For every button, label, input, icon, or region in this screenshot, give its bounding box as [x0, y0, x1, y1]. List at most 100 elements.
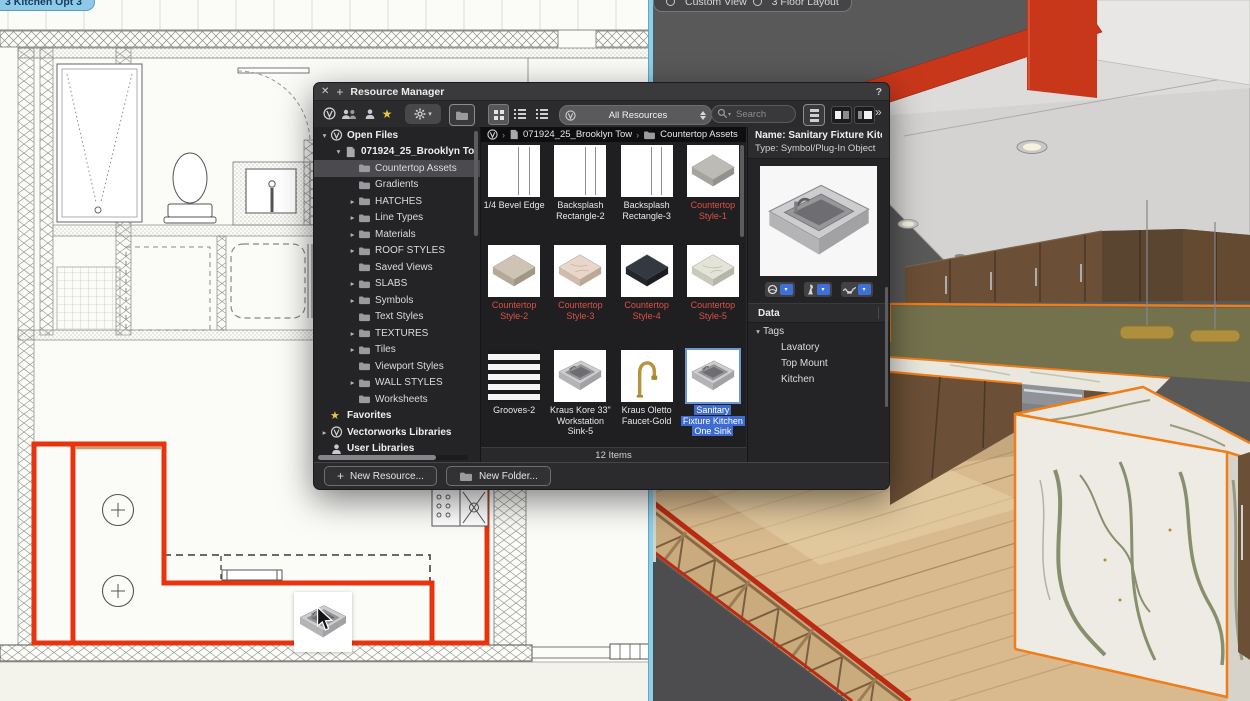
chevron-right-icon[interactable]: ▸: [347, 345, 358, 354]
resource-item-bevel-edge[interactable]: 1/4 Bevel Edge: [481, 142, 547, 242]
resource-thumbnail: [554, 350, 606, 402]
detail-view-icon: [536, 109, 548, 119]
toolbar-overflow-button[interactable]: »: [875, 105, 882, 119]
tree-item-tiles[interactable]: ▸ Tiles: [314, 342, 480, 359]
resource-item-kraus-oletto-faucet[interactable]: Kraus Oletto Faucet-Gold: [614, 347, 680, 449]
render-island[interactable]: [1015, 387, 1250, 701]
tree-item-line-types[interactable]: ▸ Line Types: [314, 210, 480, 227]
tree-item-slabs[interactable]: ▸ SLABS: [314, 276, 480, 293]
tree-item-countertop-assets[interactable]: Countertop Assets: [314, 160, 480, 177]
grid-vertical-scrollbar[interactable]: [740, 145, 744, 237]
chevron-down-icon[interactable]: ▾: [753, 327, 763, 336]
chevron-right-icon[interactable]: ▸: [347, 279, 358, 288]
preview-render-mode-button[interactable]: ▾: [765, 282, 795, 297]
favorites-star-icon[interactable]: ★: [378, 104, 396, 123]
tree-item-open-files[interactable]: ▾ Open Files: [314, 127, 480, 144]
preview-bar-button[interactable]: [803, 104, 825, 126]
tree-item-symbols[interactable]: ▸ Symbols: [314, 292, 480, 309]
list-view-button[interactable]: [510, 104, 529, 123]
folder-icon: [459, 471, 473, 482]
chevron-down-icon[interactable]: ▾: [319, 131, 330, 140]
data-section-header[interactable]: Data: [748, 303, 889, 323]
tree-item-gradients[interactable]: Gradients: [314, 177, 480, 194]
object-icon: [806, 284, 815, 295]
tag-lavatory[interactable]: Lavatory: [748, 339, 889, 355]
thumbnail-view-button[interactable]: [488, 104, 509, 125]
pane-layout-icon: [858, 111, 862, 119]
preview-vertical-scrollbar[interactable]: [885, 287, 888, 407]
resource-item-backsplash-2[interactable]: Backsplash Rectangle-2: [547, 142, 613, 242]
chevron-right-icon[interactable]: ▸: [347, 296, 358, 305]
user-library-icon[interactable]: [361, 104, 379, 123]
dialog-titlebar[interactable]: ✕ + Resource Manager ?: [314, 83, 889, 101]
tag-kitchen[interactable]: Kitchen: [748, 371, 889, 387]
resource-thumbnail: [621, 350, 673, 402]
shared-libraries-icon[interactable]: [340, 104, 358, 123]
tree-item-favorites[interactable]: ★ Favorites: [314, 408, 480, 425]
resource-item-countertop-style-2[interactable]: Countertop Style-2: [481, 242, 547, 347]
close-icon[interactable]: ✕: [321, 87, 329, 97]
resource-thumbnail: [687, 245, 739, 297]
breadcrumb-folder[interactable]: Countertop Assets: [660, 129, 738, 140]
resource-item-countertop-style-4[interactable]: Countertop Style-4: [614, 242, 680, 347]
new-folder-button[interactable]: New Folder...: [446, 466, 551, 486]
resource-item-kraus-kore-sink[interactable]: Kraus Kore 33" Workstation Sink-5: [547, 347, 613, 449]
tab-kitchen-viewport[interactable]: 3 Kitchen Opt 3: [0, 0, 95, 11]
chevron-down-icon[interactable]: ▾: [333, 147, 344, 156]
chevron-right-icon[interactable]: ▸: [347, 197, 358, 206]
resource-item-grooves-2[interactable]: Grooves-2: [481, 347, 547, 449]
resource-item-countertop-style-3[interactable]: Countertop Style-3: [547, 242, 613, 347]
help-button[interactable]: ?: [876, 86, 882, 98]
chevron-down-icon[interactable]: ▾: [780, 284, 793, 295]
tree-vertical-scrollbar[interactable]: [474, 131, 478, 236]
vectorworks-logo-icon[interactable]: [320, 104, 338, 123]
resource-item-sanitary-fixture-sink-selected[interactable]: Sanitary Fixture Kitchen One Sink: [680, 347, 746, 449]
tags-group-row[interactable]: ▾ Tags: [748, 323, 889, 339]
layout-right-pane-button[interactable]: [854, 106, 875, 124]
tag-top-mount[interactable]: Top Mount: [748, 355, 889, 371]
chevron-right-icon[interactable]: ▸: [319, 428, 330, 437]
tree-item-roof-styles[interactable]: ▸ ROOF STYLES: [314, 243, 480, 260]
new-resource-button[interactable]: + New Resource...: [324, 466, 437, 486]
chevron-right-icon[interactable]: ▸: [347, 213, 358, 222]
application-window: 3 Kitchen Opt 3 Custom View 3 Floor Layo…: [0, 0, 1250, 701]
preview-object-button[interactable]: ▾: [804, 282, 832, 297]
resource-item-backsplash-3[interactable]: Backsplash Rectangle-3: [614, 142, 680, 242]
tree-item-file[interactable]: ▾ 071924_25_Brooklyn To: [314, 144, 480, 161]
star-icon: ★: [330, 409, 343, 422]
preview-teapot-button[interactable]: ▾: [841, 282, 873, 297]
tree-horizontal-scrollbar[interactable]: [318, 455, 468, 460]
tree-item-vectorworks-libraries[interactable]: ▸ Vectorworks Libraries: [314, 424, 480, 441]
new-folder-tool-button[interactable]: [449, 104, 475, 126]
tab-render-viewport[interactable]: Custom View 3 Floor Layout: [653, 0, 852, 12]
resource-item-countertop-style-5[interactable]: Countertop Style-5: [680, 242, 746, 347]
tree-item-text-styles[interactable]: Text Styles: [314, 309, 480, 326]
chevron-right-icon[interactable]: ▸: [347, 329, 358, 338]
tree-item-wall-styles[interactable]: ▸ WALL STYLES: [314, 375, 480, 392]
preview-name: Name: Sanitary Fixture Kitche...: [755, 130, 882, 141]
tree-item-viewport-styles[interactable]: Viewport Styles: [314, 358, 480, 375]
settings-menu-button[interactable]: ▾: [405, 104, 441, 124]
breadcrumb-separator: ›: [636, 130, 639, 140]
layer-dot-icon: [753, 0, 762, 6]
tree-item-hatches[interactable]: ▸ HATCHES: [314, 193, 480, 210]
chevron-down-icon[interactable]: ▾: [817, 284, 830, 295]
preview-image: [760, 166, 877, 276]
resource-filter-select[interactable]: All Resources: [559, 105, 712, 125]
tree-item-textures[interactable]: ▸ TEXTURES: [314, 325, 480, 342]
chevron-right-icon[interactable]: ▸: [347, 230, 358, 239]
tree-item-worksheets[interactable]: Worksheets: [314, 391, 480, 408]
chevron-right-icon[interactable]: ▸: [347, 246, 358, 255]
chevron-down-icon[interactable]: ▾: [858, 284, 871, 295]
chevron-right-icon[interactable]: ▸: [347, 378, 358, 387]
breadcrumb[interactable]: › 071924_25_Brooklyn Tow › Countertop As…: [481, 127, 746, 142]
vectorworks-logo-icon: [487, 129, 498, 140]
tree-item-saved-views[interactable]: Saved Views: [314, 259, 480, 276]
tree-item-materials[interactable]: ▸ Materials: [314, 226, 480, 243]
resource-tree-panel: ▾ Open Files ▾ 071924_25_Brooklyn To Cou…: [314, 127, 481, 463]
add-tab-icon[interactable]: +: [336, 86, 343, 98]
breadcrumb-file[interactable]: 071924_25_Brooklyn Tow: [523, 129, 632, 140]
layout-left-pane-button[interactable]: [831, 106, 852, 124]
resource-item-countertop-style-1[interactable]: Countertop Style-1: [680, 142, 746, 242]
detail-view-button[interactable]: [532, 104, 551, 123]
